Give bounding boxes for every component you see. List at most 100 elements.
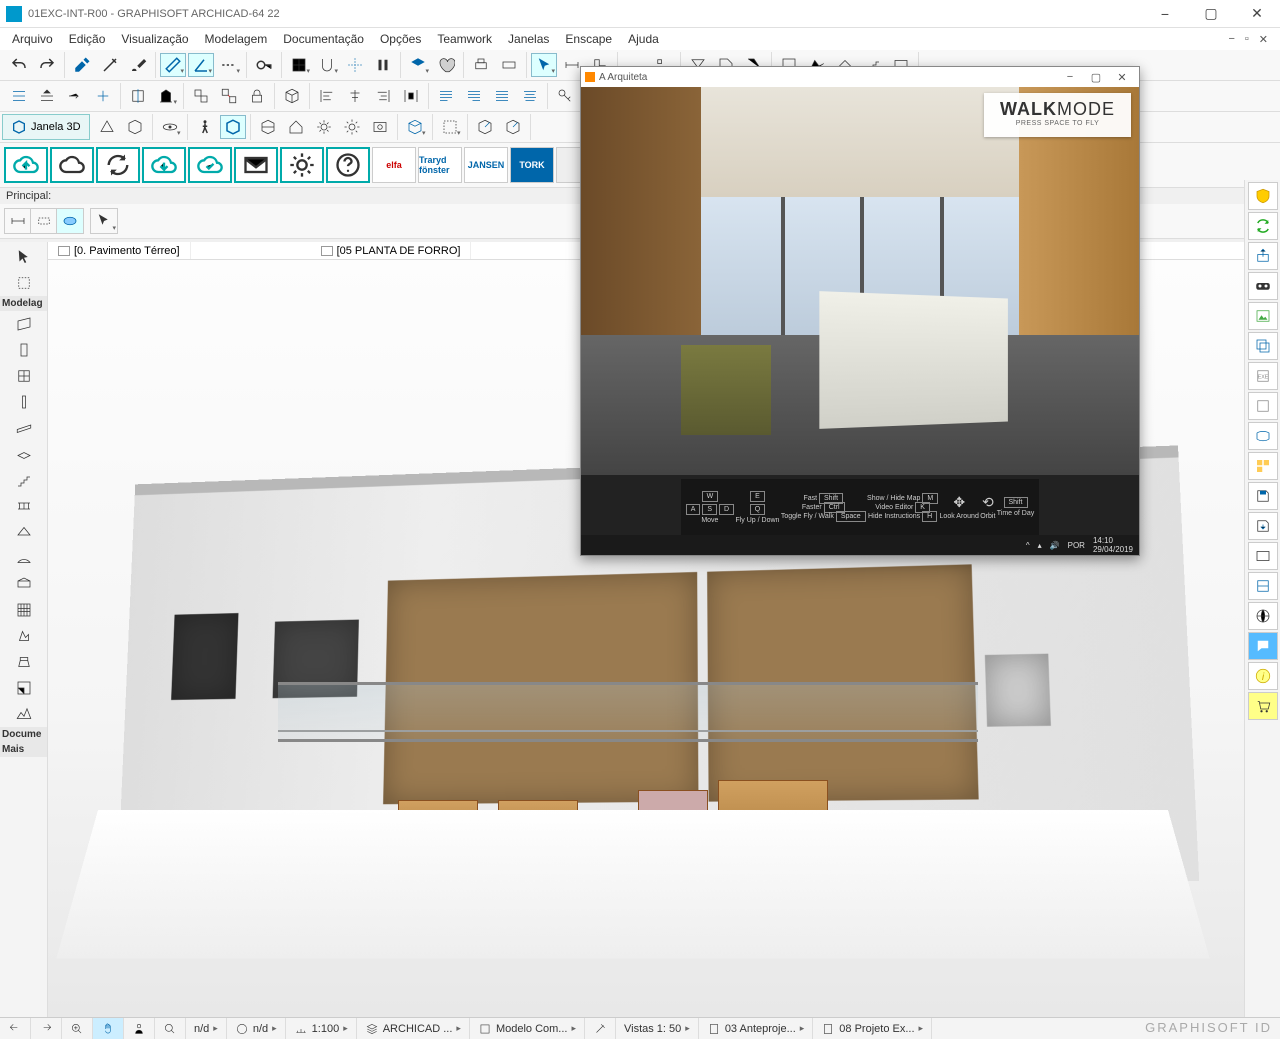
enscape-window[interactable]: A Arquiteta − ▢ ✕ WALKMODE PRESS SPACE T… <box>580 66 1140 556</box>
ungroup-button[interactable] <box>216 84 242 108</box>
tool-column[interactable] <box>0 389 47 415</box>
tab-forro[interactable]: [05 PLANTA DE FORRO] <box>311 242 472 259</box>
grid-button[interactable]: ▾ <box>286 53 312 77</box>
brand-jansen[interactable]: JANSEN <box>464 147 508 183</box>
justify-button-2[interactable] <box>461 84 487 108</box>
mdi-restore[interactable]: ▫ <box>1245 33 1249 46</box>
menu-edicao[interactable]: Edição <box>61 30 114 48</box>
sb-person[interactable] <box>124 1018 155 1039</box>
cloud-check-button[interactable] <box>188 147 232 183</box>
orbit-button[interactable]: ▾ <box>157 115 183 139</box>
print-button[interactable] <box>468 53 494 77</box>
magic-wand-button[interactable] <box>97 53 123 77</box>
close-button[interactable]: ✕ <box>1234 0 1280 28</box>
suspend-button[interactable] <box>370 53 396 77</box>
mdi-close[interactable]: ✕ <box>1259 33 1268 46</box>
geo-method-2[interactable] <box>31 209 57 233</box>
elevation-button[interactable]: ▾ <box>153 84 179 108</box>
section-mais[interactable]: Mais <box>0 742 47 757</box>
story-settings-button[interactable] <box>6 84 32 108</box>
align-right-button[interactable] <box>370 84 396 108</box>
tool-marquee[interactable] <box>0 270 47 296</box>
enscape-assets-button[interactable] <box>1248 572 1278 600</box>
ruler-button[interactable]: ▾ <box>160 53 186 77</box>
cube-out-button[interactable] <box>472 115 498 139</box>
select-mode-button[interactable]: ▾ <box>531 53 557 77</box>
marquee-button[interactable]: ▾ <box>437 115 463 139</box>
sun-button[interactable] <box>339 115 365 139</box>
enscape-min[interactable]: − <box>1057 71 1083 83</box>
lock-button[interactable] <box>244 84 270 108</box>
mdi-minimize[interactable]: − <box>1228 33 1234 46</box>
sb-undo[interactable] <box>0 1018 31 1039</box>
tool-slab[interactable] <box>0 441 47 467</box>
section-button[interactable] <box>125 84 151 108</box>
justify-button-1[interactable] <box>433 84 459 108</box>
snap-button[interactable]: ▾ <box>314 53 340 77</box>
justify-button-3[interactable] <box>489 84 515 108</box>
sb-reno[interactable] <box>585 1018 616 1039</box>
key-button[interactable] <box>552 84 578 108</box>
redo-button[interactable] <box>34 53 60 77</box>
sb-nd1[interactable]: n/d ▸ <box>186 1018 227 1039</box>
sb-zoom-in[interactable] <box>62 1018 93 1039</box>
align-left-button[interactable] <box>314 84 340 108</box>
cloud-up-button[interactable] <box>4 147 48 183</box>
group-button[interactable] <box>188 84 214 108</box>
view-axo-button[interactable] <box>122 115 148 139</box>
section-modelag[interactable]: Modelag <box>0 296 47 311</box>
distribute-h-button[interactable] <box>398 84 424 108</box>
enscape-load-button[interactable] <box>1248 512 1278 540</box>
enscape-web-button[interactable] <box>1248 392 1278 420</box>
menu-ajuda[interactable]: Ajuda <box>620 30 667 48</box>
angle-button[interactable]: ▾ <box>188 53 214 77</box>
enscape-save-button[interactable] <box>1248 482 1278 510</box>
section-docume[interactable]: Docume <box>0 727 47 742</box>
enscape-vr-button[interactable] <box>1248 272 1278 300</box>
trace-button[interactable]: ▾ <box>405 53 431 77</box>
tray-net-icon[interactable]: ▴ <box>1038 541 1042 550</box>
enscape-render-view[interactable] <box>581 87 1139 475</box>
guides-button[interactable] <box>342 53 368 77</box>
geo-method-1[interactable] <box>5 209 31 233</box>
menu-teamwork[interactable]: Teamwork <box>429 30 500 48</box>
enscape-batch-button[interactable] <box>1248 332 1278 360</box>
look-button[interactable] <box>220 115 246 139</box>
enscape-picture-button[interactable] <box>1248 302 1278 330</box>
menu-janelas[interactable]: Janelas <box>500 30 557 48</box>
help-button[interactable] <box>326 147 370 183</box>
component-button[interactable] <box>279 84 305 108</box>
story-add-button[interactable] <box>90 84 116 108</box>
sb-projex[interactable]: 08 Projeto Ex... ▸ <box>813 1018 932 1039</box>
tool-wall[interactable] <box>0 311 47 337</box>
mail-button[interactable] <box>234 147 278 183</box>
fav-button[interactable] <box>433 53 459 77</box>
tool-zone[interactable] <box>0 675 47 701</box>
tool-window[interactable] <box>0 363 47 389</box>
janela-3d-button[interactable]: Janela 3D <box>2 114 90 140</box>
view-persp-button[interactable] <box>94 115 120 139</box>
sb-redo[interactable] <box>31 1018 62 1039</box>
arrow-method[interactable]: ▾ <box>91 209 117 233</box>
justify-button-4[interactable] <box>517 84 543 108</box>
enscape-pic2-button[interactable] <box>1248 542 1278 570</box>
menu-opcoes[interactable]: Opções <box>372 30 429 48</box>
tool-beam[interactable] <box>0 415 47 441</box>
brush-button[interactable] <box>125 53 151 77</box>
tool-mesh[interactable] <box>0 701 47 727</box>
minimize-button[interactable]: − <box>1142 0 1188 28</box>
tool-skylight[interactable] <box>0 571 47 597</box>
sb-scale[interactable]: 1:100 ▸ <box>286 1018 357 1039</box>
sb-vistas[interactable]: Vistas 1: 50 ▸ <box>616 1018 699 1039</box>
menu-documentacao[interactable]: Documentação <box>275 30 372 48</box>
align-center-button[interactable] <box>342 84 368 108</box>
tool-door[interactable] <box>0 337 47 363</box>
sb-nd2[interactable]: n/d ▸ <box>227 1018 286 1039</box>
tool-stair[interactable] <box>0 467 47 493</box>
measure-button[interactable] <box>251 53 277 77</box>
enscape-shop-button[interactable] <box>1248 692 1278 720</box>
pick-button[interactable] <box>69 53 95 77</box>
sync-button[interactable] <box>96 147 140 183</box>
enscape-chat-button[interactable] <box>1248 632 1278 660</box>
sb-layer[interactable]: ARCHICAD ... ▸ <box>357 1018 470 1039</box>
